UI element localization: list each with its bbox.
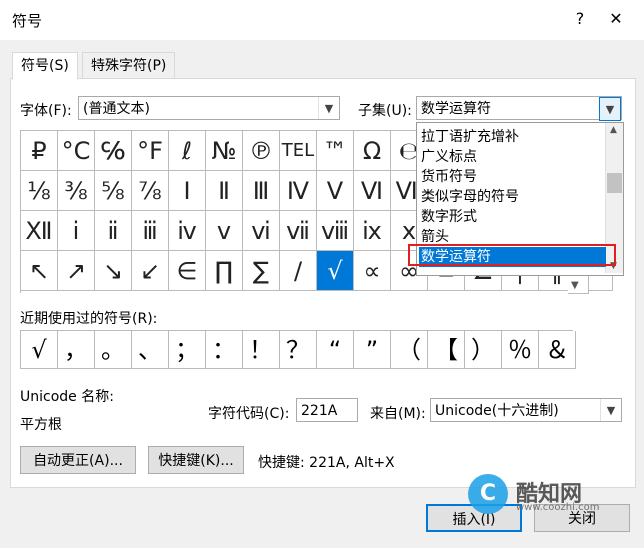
symbol-cell[interactable]: TEL (280, 131, 317, 171)
recent-symbol-cell[interactable]: ： (206, 331, 243, 369)
subset-combobox[interactable]: 数学运算符 ▼ (416, 96, 622, 121)
recent-symbol-cell[interactable]: ， (58, 331, 95, 369)
subset-option[interactable]: 数字形式 (419, 207, 606, 227)
symbol-cell[interactable]: °C (58, 131, 95, 171)
from-combobox[interactable]: Unicode(十六进制) ▼ (430, 398, 622, 422)
autocorrect-button[interactable]: 自动更正(A)... (20, 446, 136, 474)
subset-option[interactable]: 类似字母的符号 (419, 187, 606, 207)
symbol-cell[interactable]: ∏ (206, 251, 243, 291)
recent-symbol-cell[interactable]: “ (317, 331, 354, 369)
symbol-cell[interactable]: Ⅳ (280, 171, 317, 211)
symbol-cell[interactable]: Ⅰ (169, 171, 206, 211)
symbol-cell[interactable]: ∈ (169, 251, 206, 291)
recent-symbol-cell[interactable]: ＆ (539, 331, 576, 369)
symbol-cell[interactable]: ↗ (58, 251, 95, 291)
recent-symbol-cell[interactable]: ； (169, 331, 206, 369)
watermark-url: www.coozhi.com (516, 502, 600, 513)
symbol-cell[interactable]: ℅ (95, 131, 132, 171)
symbol-cell[interactable]: ⅝ (95, 171, 132, 211)
symbol-cell[interactable]: ℗ (243, 131, 280, 171)
symbol-cell[interactable]: ⅵ (243, 211, 280, 251)
symbol-cell[interactable]: ∑ (243, 251, 280, 291)
recent-label: 近期使用过的符号(R): (20, 311, 158, 327)
recent-symbol-cell[interactable]: √ (21, 331, 58, 369)
symbol-cell[interactable]: Ω (354, 131, 391, 171)
subset-value: 数学运算符 (421, 101, 491, 117)
symbol-cell[interactable]: ⅰ (58, 211, 95, 251)
symbol-cell[interactable]: ⅲ (132, 211, 169, 251)
help-button[interactable]: ? (568, 8, 592, 30)
close-window-button[interactable]: ✕ (604, 8, 628, 30)
tab-symbols[interactable]: 符号(S) (12, 52, 78, 80)
symbol-cell[interactable]: ⅸ (354, 211, 391, 251)
symbol-cell[interactable]: ⅛ (21, 171, 58, 211)
font-value: (普通文本) (83, 101, 150, 117)
symbol-cell[interactable]: ⅷ (317, 211, 354, 251)
char-code-label: 字符代码(C): (208, 406, 290, 422)
symbol-cell[interactable]: ↘ (95, 251, 132, 291)
scroll-thumb[interactable] (607, 173, 622, 193)
unicode-name-label: Unicode 名称: (20, 389, 114, 405)
shortcut-text: 快捷键: 221A, Alt+X (258, 455, 395, 471)
recent-symbol-cell[interactable]: （ (391, 331, 428, 369)
symbol-cell[interactable]: ∝ (354, 251, 391, 291)
chevron-down-icon[interactable]: ▼ (599, 97, 621, 121)
chevron-down-icon[interactable]: ▼ (600, 399, 621, 421)
font-label: 字体(F): (20, 103, 72, 119)
symbol-cell[interactable]: ∕ (280, 251, 317, 291)
symbol-cell[interactable]: ⅜ (58, 171, 95, 211)
subset-option[interactable]: 货币符号 (419, 167, 606, 187)
subset-option[interactable]: 广义标点 (419, 147, 606, 167)
symbol-cell[interactable]: ⅱ (95, 211, 132, 251)
subset-option[interactable]: 拉丁语扩充增补 (419, 127, 606, 147)
subset-label: 子集(U): (358, 103, 412, 119)
symbol-cell[interactable]: ↖ (21, 251, 58, 291)
symbol-cell[interactable]: ™ (317, 131, 354, 171)
symbol-cell[interactable]: Ⅱ (206, 171, 243, 211)
recent-symbol-cell[interactable]: ） (465, 331, 502, 369)
font-combobox[interactable]: (普通文本) ▼ (78, 96, 340, 120)
highlight-box (408, 244, 616, 266)
title-bar (0, 0, 644, 40)
recent-symbol-cell[interactable]: 。 (95, 331, 132, 369)
recent-symbols-row: √，。、；：！？ “” （【）％＆ (20, 330, 576, 369)
recent-symbol-cell[interactable]: ” (354, 331, 391, 369)
symbol-cell[interactable]: ℓ (169, 131, 206, 171)
watermark-logo-icon: C (468, 474, 508, 514)
recent-symbol-cell[interactable]: ？ (280, 331, 317, 369)
window-title: 符号 (12, 12, 43, 30)
tab-special-characters[interactable]: 特殊字符(P) (82, 52, 176, 80)
from-label: 来自(M): (370, 406, 426, 422)
symbol-cell[interactable]: Ⅵ (354, 171, 391, 211)
symbol-cell[interactable]: √ (317, 251, 354, 291)
symbol-cell[interactable]: ⅴ (206, 211, 243, 251)
from-value: Unicode(十六进制) (435, 403, 559, 419)
scroll-up-icon[interactable]: ▲ (610, 125, 617, 135)
unicode-name-value: 平方根 (20, 417, 62, 433)
symbol-cell[interactable]: ₽ (21, 131, 58, 171)
symbol-cell[interactable]: № (206, 131, 243, 171)
chevron-down-icon[interactable]: ▼ (318, 97, 339, 119)
symbol-cell[interactable]: Ⅲ (243, 171, 280, 211)
recent-symbol-cell[interactable]: ！ (243, 331, 280, 369)
symbol-cell[interactable]: ⅶ (280, 211, 317, 251)
scroll-down-icon[interactable]: ▼ (571, 280, 579, 291)
symbol-cell[interactable]: ⅳ (169, 211, 206, 251)
recent-symbol-cell[interactable]: 【 (428, 331, 465, 369)
shortcut-key-button[interactable]: 快捷键(K)... (148, 446, 244, 474)
symbol-cell[interactable]: ⅞ (132, 171, 169, 211)
recent-symbol-cell[interactable]: ％ (502, 331, 539, 369)
recent-symbol-cell[interactable]: 、 (132, 331, 169, 369)
symbol-cell[interactable]: Ⅴ (317, 171, 354, 211)
char-code-input[interactable]: 221A (296, 398, 358, 422)
symbol-cell[interactable]: ↙ (132, 251, 169, 291)
symbol-cell[interactable]: Ⅻ (21, 211, 58, 251)
symbol-cell[interactable]: °F (132, 131, 169, 171)
